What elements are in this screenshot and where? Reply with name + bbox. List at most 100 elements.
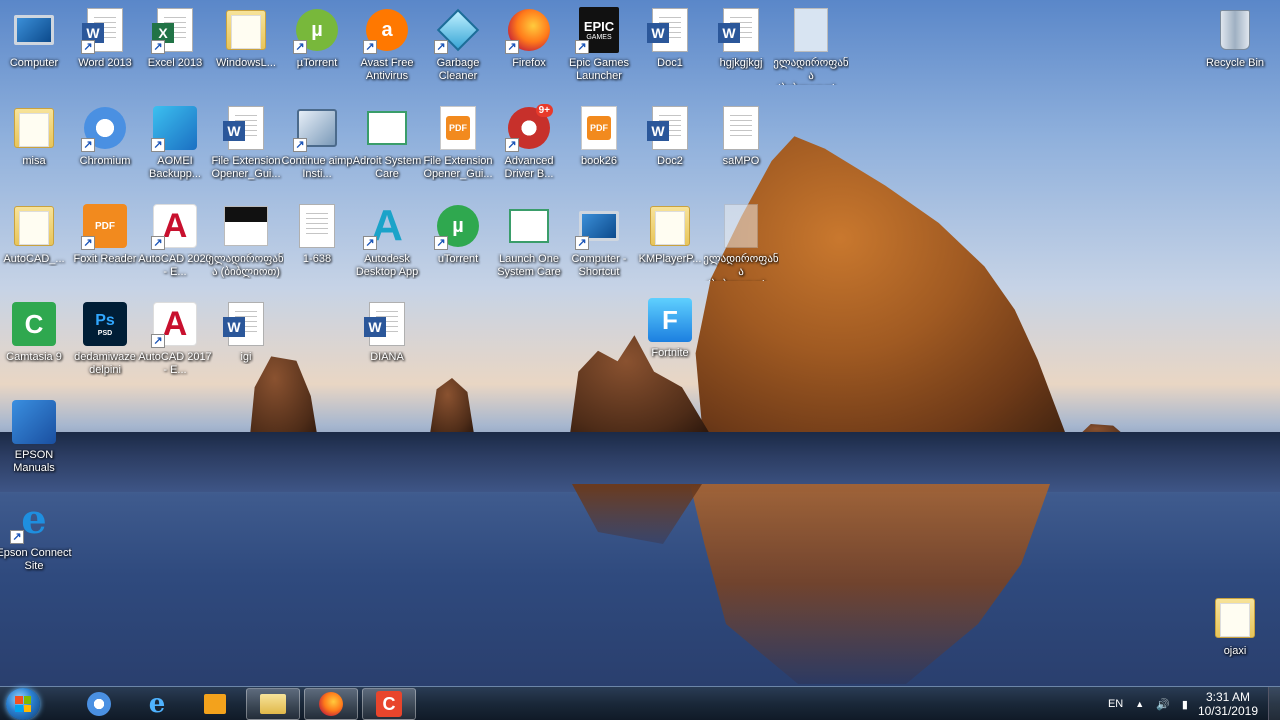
clock-date: 10/31/2019 [1197,704,1258,718]
desktop-icon-autocad-folder[interactable]: AutoCAD_... [0,202,70,298]
desktop-icon-georgian-file-3[interactable]: ელადიროფანა (ბიბლიოთ)... [703,202,779,298]
windows-logo-icon [15,696,31,712]
word-document-icon: W [646,104,694,152]
firefox-icon: ↗ [505,6,553,54]
folder-icon [260,694,286,714]
taskbar-firefox[interactable] [304,688,358,720]
desktop-icon-chromium[interactable]: ↗ Chromium [69,104,141,200]
shoreline [0,432,1280,492]
network-icon[interactable]: ▮ [1182,698,1188,711]
folder-icon [222,6,270,54]
show-hidden-icons-chevron-icon[interactable]: ▲ [1135,699,1144,709]
autocad-icon: A ↗ [151,202,199,250]
aomei-icon: ↗ [151,104,199,152]
autodesk-icon: A ↗ [363,202,411,250]
word-document-icon: W [717,6,765,54]
pdf-file-icon: PDF [434,104,482,152]
desktop-icon-advanced-driver-booster[interactable]: 9+ ↗ Advanced Driver B... [493,104,565,200]
camtasia-icon: C [10,300,58,348]
computer-icon: ↗ [575,202,623,250]
image-file-icon [222,202,270,250]
chromium-icon: ↗ [81,104,129,152]
installer-icon: ↗ [293,104,341,152]
desktop-icon-utorrent-2[interactable]: µ ↗ uTorrent [422,202,494,298]
desktop-icon-file-extension-opener-1[interactable]: W File Extension Opener_Gui... [210,104,282,200]
start-button[interactable] [6,688,40,720]
window-app-icon [363,104,411,152]
desktop-icon-computer[interactable]: Computer [0,6,70,102]
clock[interactable]: 3:31 AM 10/31/2019 [1198,690,1258,718]
desktop-icon-misa-folder[interactable]: misa [0,104,70,200]
taskbar-file-explorer[interactable] [246,688,300,720]
desktop-icon-recycle-bin[interactable]: Recycle Bin [1199,6,1271,102]
excel-icon: X ↗ [151,6,199,54]
desktop-icon-fortnite[interactable]: F Fortnite [634,296,706,392]
desktop-icon-camtasia-9[interactable]: C Camtasia 9 [0,300,70,396]
desktop-icon-foxit-reader[interactable]: PDF ↗ Foxit Reader [69,202,141,298]
language-indicator[interactable]: EN [1108,698,1123,710]
pdf-file-icon: PDF [575,104,623,152]
folder-icon [10,202,58,250]
notification-badge: 9+ [535,104,553,117]
volume-icon[interactable]: 🔊 [1156,698,1170,711]
media-player-icon [204,694,226,714]
show-desktop-button[interactable] [1268,687,1280,720]
taskbar-internet-explorer[interactable]: e [130,688,184,720]
word-document-icon: W [646,6,694,54]
manual-book-icon [10,398,58,446]
blank-file-icon [787,6,835,54]
desktop-icon-epson-connect-site[interactable]: e ↗ Epson Connect Site [0,496,72,592]
desktop-icon-computer-shortcut[interactable]: ↗ Computer - Shortcut [563,202,635,298]
desktop-icon-kmplayer-folder[interactable]: KMPlayerP... [634,202,706,298]
desktop-icon-firefox[interactable]: ↗ Firefox [493,6,565,102]
desktop-icon-excel-2013[interactable]: X ↗ Excel 2013 [139,6,211,102]
taskbar-chromium[interactable] [72,688,126,720]
desktop-icon-aomei-backupper[interactable]: ↗ AOMEI Backupp... [139,104,211,200]
recycle-bin-icon [1211,6,1259,54]
desktop-icon-georgian-file-1[interactable]: ელადიროფანა (ბიბლიოთ)... [773,6,849,102]
camtasia-icon: C [376,691,402,717]
desktop-icon-sampo[interactable]: saMPO [705,104,777,200]
word-document-icon: W [222,104,270,152]
taskbar-media-player[interactable] [188,688,242,720]
desktop-icon-ojaxi[interactable]: ojaxi [1199,594,1271,686]
desktop-icon-continue-aimp[interactable]: ↗ Continue aimp Insti... [281,104,353,200]
desktop-icon-utorrent[interactable]: µ ↗ µTorrent [281,6,353,102]
desktop-icon-word-2013[interactable]: W ↗ Word 2013 [69,6,141,102]
desktop-icon-epic-games[interactable]: EPIC GAMES ↗ Epic Games Launcher [563,6,635,102]
desktop-icon-doc2[interactable]: W Doc2 [634,104,706,200]
diamond-icon: ↗ [434,6,482,54]
folder-icon [646,202,694,250]
desktop-icon-file-extension-opener-2[interactable]: PDF File Extension Opener_Gui... [422,104,494,200]
utorrent-icon: µ ↗ [434,202,482,250]
desktop-icon-diana[interactable]: W DIANA [351,300,423,396]
desktop-icon-epson-manuals[interactable]: EPSON Manuals [0,398,70,494]
photoshop-file-icon: Ps PSD [81,300,129,348]
desktop-background[interactable]: Computer W ↗ Word 2013 X ↗ Excel 2013 Wi… [0,0,1280,686]
taskbar-camtasia[interactable]: C [362,688,416,720]
desktop-icon-book26[interactable]: PDF book26 [563,104,635,200]
internet-explorer-icon: e [148,689,166,719]
desktop-icon-windowsl-folder[interactable]: WindowsL... [210,6,282,102]
desktop-icon-autocad-2017[interactable]: A ↗ AutoCAD 2017 - E... [138,300,212,396]
fortnite-icon: F [646,296,694,344]
folder-icon [10,104,58,152]
desktop-icon-launch-one-system-care[interactable]: Launch One System Care [493,202,565,298]
desktop-icon-adroit-system-care[interactable]: Adroit System Care [351,104,423,200]
desktop-icon-1-638[interactable]: 1-638 [281,202,353,298]
desktop-icon-autodesk-desktop-app[interactable]: A ↗ Autodesk Desktop App [351,202,423,298]
desktop-icon-doc1[interactable]: W Doc1 [634,6,706,102]
clock-time: 3:31 AM [1205,690,1250,704]
desktop-icon-igi[interactable]: W igi [210,300,282,396]
utorrent-icon: µ ↗ [293,6,341,54]
sea-stack-2 [430,378,474,434]
chromium-icon [87,692,111,716]
desktop-icon-avast[interactable]: a ↗ Avast Free Antivirus [351,6,423,102]
text-file-icon [717,104,765,152]
desktop-icon-hgjkgjkgj[interactable]: W hgjkgjkgj [705,6,777,102]
avast-icon: a ↗ [363,6,411,54]
desktop-icon-georgian-file-2[interactable]: ელადიროფანა (ბიბლიოთ) [208,202,284,298]
desktop-icon-garbage-cleaner[interactable]: ↗ Garbage Cleaner [422,6,494,102]
desktop-icon-autocad-2020[interactable]: A ↗ AutoCAD 2020 - E... [138,202,212,298]
desktop-icon-dedamiwaze-delpini[interactable]: Ps PSD dedamiwaze delpini [69,300,141,396]
